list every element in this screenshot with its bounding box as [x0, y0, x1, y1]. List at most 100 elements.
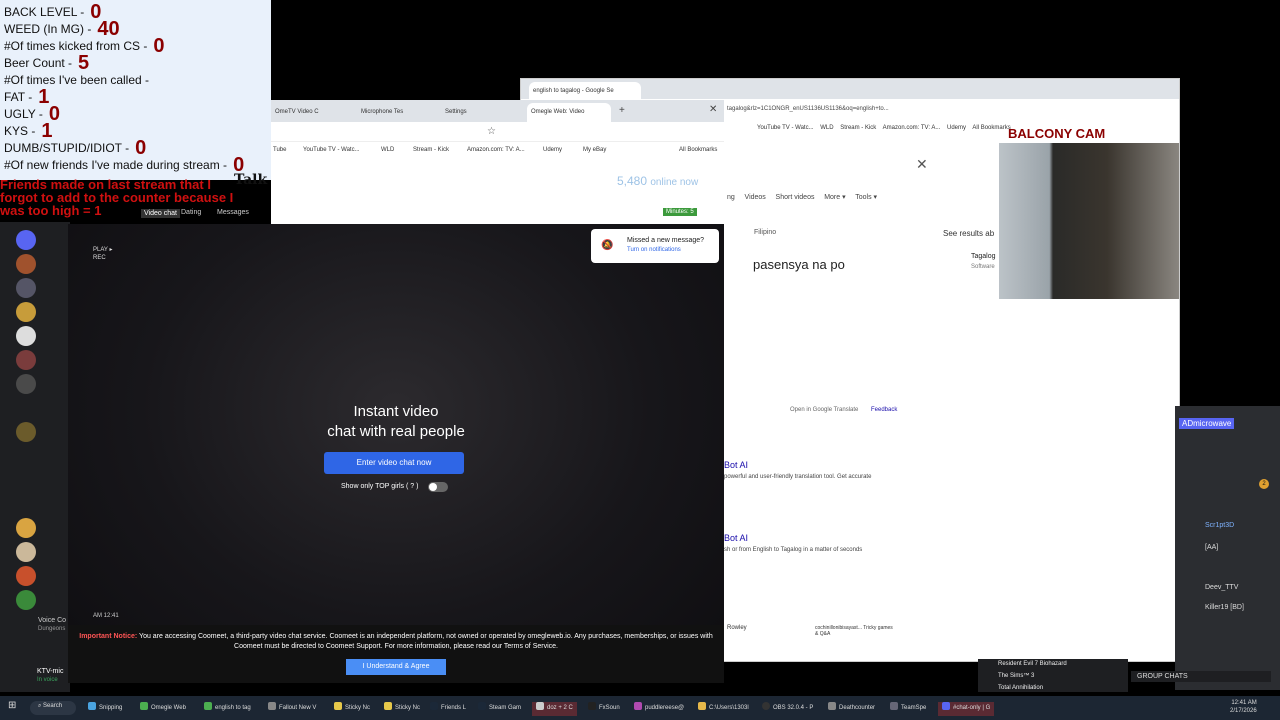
tab-omegle[interactable]: Omegle Web: Video — [527, 103, 611, 122]
server-icon[interactable] — [16, 350, 36, 370]
hero-line-2: chat with real people — [327, 423, 465, 440]
taskbar-app[interactable]: Sticky Nc — [334, 702, 370, 716]
video-card[interactable]: cochinillonibisayast... Tricky games & Q… — [815, 625, 893, 637]
taskbar-app[interactable]: TeamSpe — [890, 702, 926, 716]
clock[interactable]: 12:41 AM 2/17/2026 — [1230, 699, 1257, 714]
search-tab[interactable]: More ▾ — [824, 194, 845, 201]
taskbar-app[interactable]: #chat-only | G — [938, 702, 995, 716]
bookmark[interactable]: Stream - Kick — [840, 125, 876, 131]
game-entry[interactable]: Resident Evil 7 Biohazard — [998, 661, 1067, 667]
game-entry[interactable]: Total Annihilation — [998, 685, 1043, 691]
obs-icon — [762, 702, 770, 710]
bookmark[interactable]: Udemy — [947, 125, 966, 131]
tab-ometv[interactable]: OmeTV Video C — [271, 103, 343, 122]
translated-text: pasensya na po — [753, 257, 845, 272]
turn-on-notifications-link[interactable]: Turn on notifications — [627, 247, 681, 253]
server-icon[interactable] — [16, 254, 36, 274]
search-tab[interactable]: Short videos — [776, 194, 815, 201]
server-icon[interactable] — [16, 422, 36, 442]
new-tab-icon[interactable]: + — [619, 105, 625, 116]
server-icon[interactable] — [16, 590, 36, 610]
taskbar-app[interactable]: FxSoun — [588, 702, 620, 716]
target-language[interactable]: Filipino — [754, 229, 776, 236]
bookmark[interactable]: All Bookmarks — [972, 125, 1010, 131]
taskbar-app[interactable]: Sticky Nc — [384, 702, 420, 716]
feedback-link[interactable]: Feedback — [871, 407, 897, 413]
result-title[interactable]: Bot AI — [724, 460, 748, 470]
search-box[interactable]: ⌕ Search — [30, 701, 76, 715]
user-entry[interactable]: Killer19 [BD] — [1205, 604, 1244, 611]
taskbar-app[interactable]: Deathcounter — [828, 702, 875, 716]
tab-english-to-tagalog[interactable]: english to tagalog - Google Se — [529, 82, 641, 101]
discord-home-icon[interactable] — [16, 230, 36, 250]
taskbar-app[interactable]: Omegle Web — [140, 702, 186, 716]
user-entry[interactable]: Deev_TTV — [1205, 584, 1238, 591]
hero-line-1: Instant video — [353, 403, 439, 420]
star-icon[interactable]: ☆ — [487, 126, 496, 137]
bookmark[interactable]: Udemy — [543, 147, 562, 153]
result-title[interactable]: Bot AI — [724, 533, 748, 543]
bookmark[interactable]: Amazon.com: TV: A... — [883, 125, 941, 131]
counter-value: 40 — [97, 18, 120, 40]
server-icon[interactable] — [16, 542, 36, 562]
search-tab[interactable]: Videos — [745, 194, 766, 201]
bookmarks-bar: YouTube TV - Watc... WLD Stream - Kick A… — [757, 125, 1011, 131]
app-icon — [88, 702, 96, 710]
taskbar-app[interactable]: puddlereese@ — [634, 702, 684, 716]
bookmark[interactable]: My eBay — [583, 147, 606, 153]
group-chats-header[interactable]: GROUP CHATS — [1131, 671, 1271, 682]
clear-search-icon[interactable]: ✕ — [916, 156, 928, 173]
taskbar-app[interactable]: Steam Gam — [478, 702, 521, 716]
server-icon[interactable] — [16, 326, 36, 346]
bookmark[interactable]: Amazon.com: TV: A... — [467, 147, 525, 153]
bookmark[interactable]: YouTube TV - Watc... — [303, 147, 360, 153]
server-icon[interactable] — [16, 566, 36, 586]
taskbar-app[interactable]: doz + 2 C — [532, 702, 577, 716]
close-window-icon[interactable]: ✕ — [709, 104, 717, 115]
taskbar-label: #chat-only | G — [953, 705, 991, 711]
server-icon[interactable] — [16, 374, 36, 394]
taskbar-app[interactable]: OBS 32.0.4 - P — [762, 702, 813, 716]
bookmark[interactable]: YouTube TV - Watc... — [757, 125, 814, 131]
counter-row: #Of new friends I've made during stream … — [4, 155, 244, 175]
server-icon[interactable] — [16, 518, 36, 538]
address-bar[interactable]: tagalog&rlz=1C1ONGR_enUS1136US1136&oq=en… — [727, 106, 889, 112]
counter-label: DUMB/STUPID/IDIOT - — [4, 141, 130, 155]
tab-microphone[interactable]: Microphone Tes — [357, 103, 427, 122]
counter-row: FAT - 1 — [4, 86, 50, 108]
nav-video-chat[interactable]: Video chat — [141, 209, 180, 218]
clock-date: 2/17/2026 — [1230, 708, 1257, 714]
video-card[interactable]: Rowley — [727, 625, 747, 631]
balcony-cam-label: BALCONY CAM — [1008, 126, 1106, 141]
game-entry[interactable]: The Sims™ 3 — [998, 673, 1034, 679]
start-icon[interactable]: ⊞ — [8, 700, 16, 714]
search-tab[interactable]: Tools ▾ — [855, 194, 877, 201]
enter-video-chat-button[interactable]: Enter video chat now — [324, 452, 464, 474]
bookmark[interactable]: All Bookmarks — [679, 147, 717, 153]
bookmark[interactable]: Stream - Kick — [413, 147, 449, 153]
server-icon[interactable] — [16, 278, 36, 298]
counter-value: 1 — [38, 86, 50, 108]
taskbar-app[interactable]: english to tag — [204, 702, 251, 716]
taskbar-app[interactable]: Friends L — [430, 702, 466, 716]
bookmark[interactable]: Tube — [273, 147, 286, 153]
understand-agree-button[interactable]: I Understand & Agree — [346, 659, 446, 675]
tab-settings[interactable]: Settings — [441, 103, 511, 122]
result-snippet: powerful and user-friendly translation t… — [724, 474, 872, 480]
taskbar-app[interactable]: Snipping — [88, 702, 122, 716]
bookmark[interactable]: WLD — [820, 125, 833, 131]
taskbar-app[interactable]: Fallout New V — [268, 702, 316, 716]
top-girls-toggle[interactable] — [428, 482, 448, 492]
search-tab[interactable]: ng — [727, 194, 735, 201]
taskbar-app[interactable]: C:\Users\1303l — [698, 702, 749, 716]
top-girls-label: Show only TOP girls ( ? ) — [341, 483, 419, 490]
user-entry[interactable]: Scr1pt3D — [1205, 522, 1234, 529]
server-icon[interactable] — [16, 302, 36, 322]
nav-messages[interactable]: Messages — [217, 209, 249, 216]
address-bar[interactable]: ☆ — [271, 122, 724, 142]
open-in-translate-link[interactable]: Open in Google Translate — [790, 407, 858, 413]
result-name[interactable]: Tagalog — [971, 253, 996, 260]
bookmark[interactable]: WLD — [381, 147, 394, 153]
nav-dating[interactable]: Dating — [181, 209, 201, 216]
user-entry[interactable]: [AA] — [1205, 544, 1218, 551]
